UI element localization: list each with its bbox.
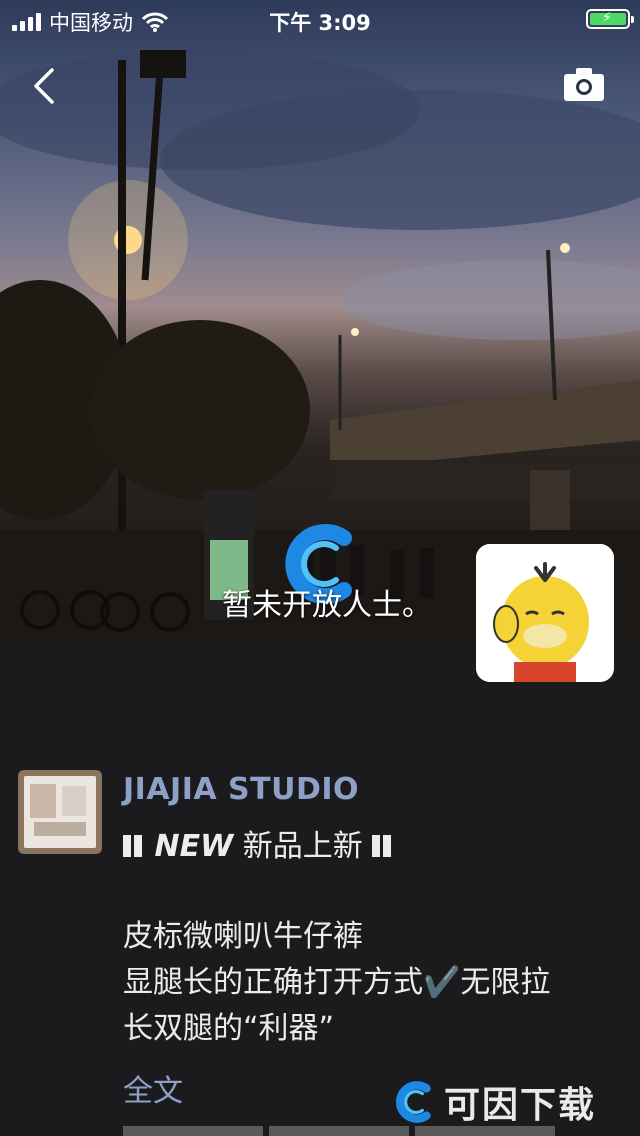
pause-bars-icon	[123, 827, 145, 869]
studio-logo-icon	[24, 776, 96, 848]
new-tag: NEW	[154, 829, 234, 864]
watermark-small-logo-icon	[395, 1081, 431, 1123]
post-author-name[interactable]: JIAJIA STUDIO	[123, 772, 359, 807]
post-text-line-3: 长双腿的“利器”	[123, 1011, 335, 1046]
cover-caption: 暂未开放人士。	[222, 588, 432, 623]
back-icon[interactable]	[30, 66, 60, 106]
headline-text: 新品上新	[242, 829, 363, 864]
watermark-text: 可因下载	[444, 1085, 597, 1126]
camera-icon[interactable]	[563, 66, 605, 102]
status-time: 下午 3:09	[269, 11, 371, 35]
battery-icon: ⚡	[586, 9, 634, 29]
post-text-line-2: 显腿长的正确打开方式✔️无限拉	[123, 965, 551, 1000]
post-image-thumb[interactable]	[269, 1126, 409, 1136]
watermark: 可因下载	[390, 1076, 596, 1128]
user-avatar[interactable]	[476, 544, 614, 682]
status-bar: 中国移动 下午 3:09 ⚡	[0, 0, 640, 40]
pause-bars-icon	[372, 827, 394, 869]
duck-avatar-icon	[476, 544, 614, 682]
post-image-thumb[interactable]	[123, 1126, 263, 1136]
full-text-link[interactable]: 全文	[123, 1066, 183, 1110]
post-headline: NEW 新品上新	[123, 826, 394, 869]
post-author-avatar[interactable]	[18, 770, 102, 854]
post-text-line-1: 皮标微喇叭牛仔裤	[123, 919, 363, 954]
